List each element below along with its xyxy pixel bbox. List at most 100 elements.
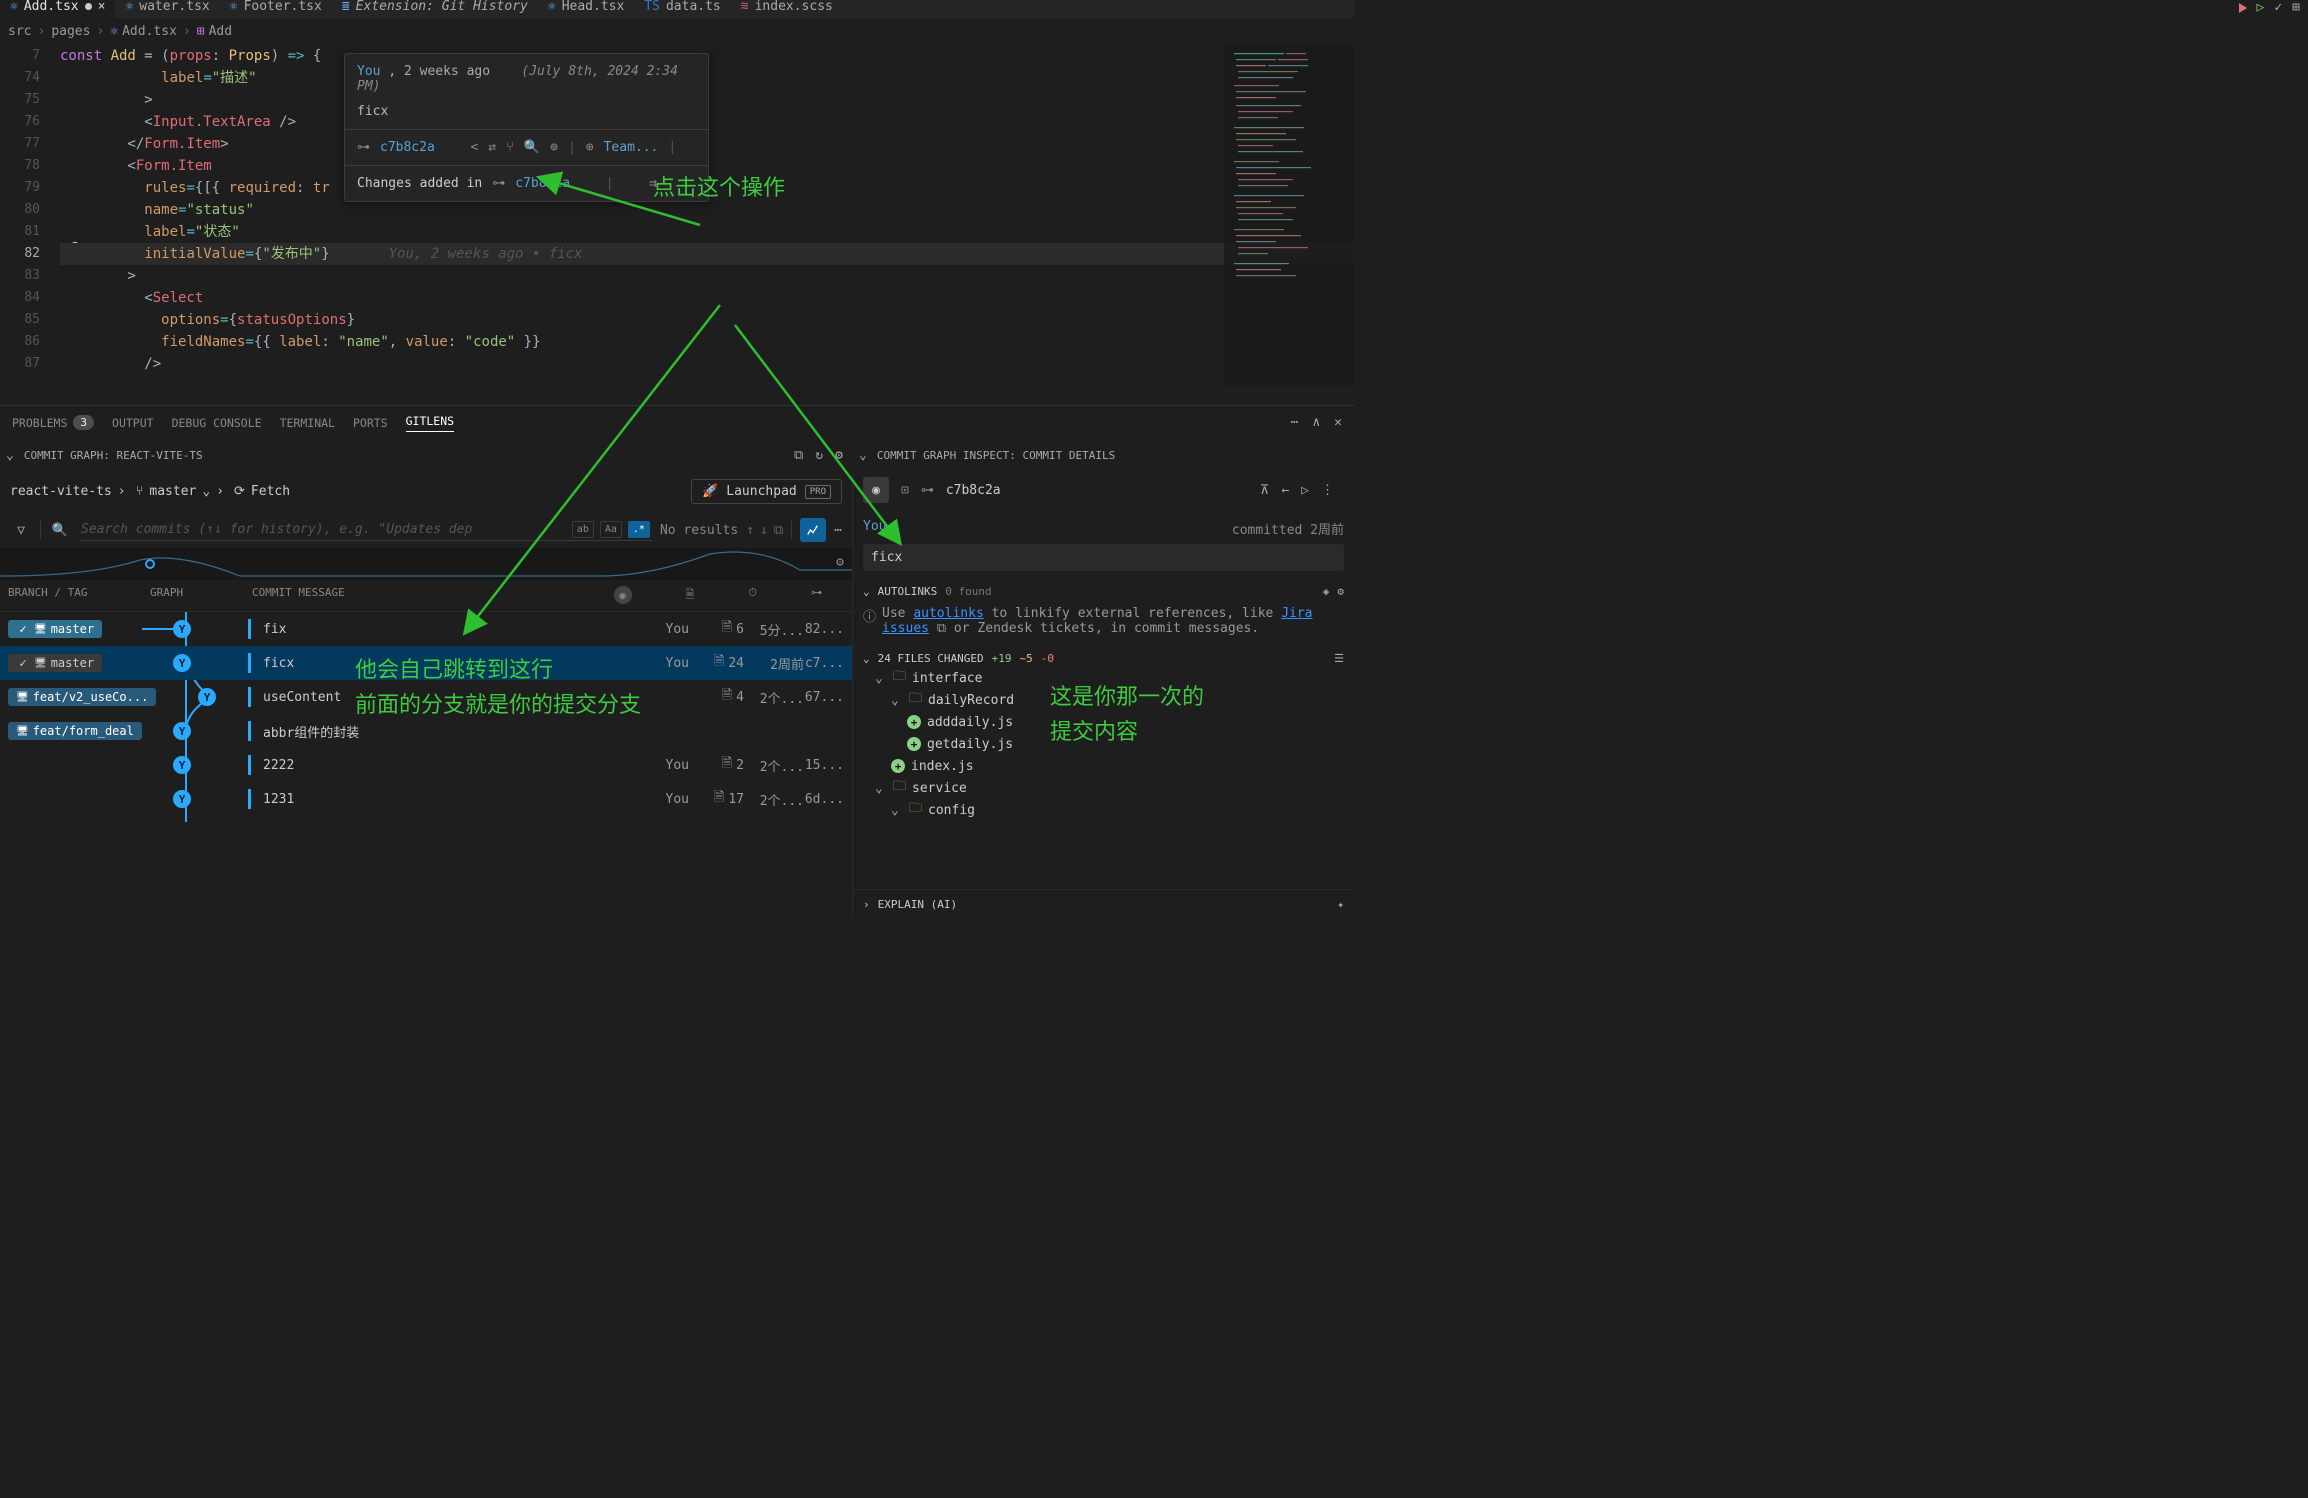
close-icon[interactable]: ✕ xyxy=(1334,415,1342,430)
chevron-icon[interactable]: ⌄ xyxy=(875,781,887,796)
compare-icon[interactable]: ⇄ xyxy=(488,140,496,155)
branch-chip[interactable]: ✓🖥master xyxy=(8,620,102,638)
graph-node[interactable]: Y xyxy=(198,688,216,706)
panel-tab[interactable]: GITLENS xyxy=(406,414,454,432)
search-icon[interactable]: 🔍 xyxy=(49,519,71,541)
gear-icon[interactable]: ⚙ xyxy=(1337,585,1344,598)
branch-selector[interactable]: ⑂ master ⌄ › xyxy=(136,484,224,499)
chevron-down-icon[interactable]: ⌄ xyxy=(0,448,14,463)
chevron-up-icon[interactable]: ∧ xyxy=(1312,415,1320,430)
popout-icon[interactable]: ⧉ xyxy=(774,523,783,538)
search-input[interactable] xyxy=(81,522,566,537)
add-icon[interactable]: ◈ xyxy=(1323,585,1330,598)
team-link[interactable]: Team... xyxy=(604,140,659,155)
panel-tab[interactable]: PROBLEMS3 xyxy=(12,415,94,430)
editor-tab[interactable]: TSdata.ts xyxy=(634,0,730,18)
play-icon[interactable]: ▷ xyxy=(2257,0,2265,15)
popout-icon[interactable]: ⧉ xyxy=(937,621,946,636)
code-line[interactable]: initialValue={"发布中"} You, 2 weeks ago • … xyxy=(60,243,1354,265)
timeline-marker[interactable] xyxy=(145,559,155,569)
hash-col-icon[interactable]: ⊶ xyxy=(811,586,822,605)
code-line[interactable]: <Select xyxy=(60,287,1354,309)
chevron-icon[interactable]: ⌄ xyxy=(891,693,903,708)
inspect-committer[interactable]: You xyxy=(863,519,886,538)
refresh-icon[interactable]: ↻ xyxy=(815,448,823,463)
commit-row[interactable]: ✓🖥masterYficxYou🗎242周前c7... xyxy=(0,646,852,680)
code-line[interactable]: /> xyxy=(60,353,1354,375)
tree-file[interactable]: +getdaily.js xyxy=(863,733,1344,755)
autolinks-link[interactable]: autolinks xyxy=(913,606,983,621)
popout-icon[interactable]: ⧉ xyxy=(794,448,803,463)
tree-folder[interactable]: ⌄🗀interface xyxy=(863,667,1344,689)
graph-node[interactable]: Y xyxy=(173,722,191,740)
back-icon[interactable]: ← xyxy=(1281,483,1289,498)
panel-tab[interactable]: OUTPUT xyxy=(112,416,154,430)
inspect-view-commit[interactable]: ◉ xyxy=(863,477,889,503)
chevron-down-icon[interactable]: ⌄ xyxy=(853,448,867,463)
branch-chip[interactable]: 🖥feat/form_deal xyxy=(8,722,142,740)
filter-icon[interactable]: ▽ xyxy=(10,519,32,541)
breadcrumb-item[interactable]: ⊞Add xyxy=(197,24,232,39)
repo-selector[interactable]: react-vite-ts › xyxy=(10,484,126,499)
check-icon[interactable]: ✓ xyxy=(2274,0,2282,15)
fetch-button[interactable]: ⟳ Fetch xyxy=(234,484,290,499)
hover-footer-hash[interactable]: c7b8c2a xyxy=(515,176,570,191)
editor-tab[interactable]: ⚛Head.tsx xyxy=(538,0,634,18)
files-col-icon[interactable]: 🗎 xyxy=(686,586,695,605)
timeline[interactable]: ⚙ xyxy=(0,548,852,580)
code-line[interactable]: > xyxy=(60,265,1354,287)
regex-chip[interactable]: .* xyxy=(628,521,650,538)
tree-folder[interactable]: ⌄🗀dailyRecord xyxy=(863,689,1344,711)
commit-row[interactable]: ✓🖥masterYfixYou🗎65分...82... xyxy=(0,612,852,646)
panel-tab[interactable]: PORTS xyxy=(353,416,388,430)
team-icon[interactable]: ⊕ xyxy=(586,140,594,155)
editor-tab[interactable]: ⚛Footer.tsx xyxy=(220,0,332,18)
prev-match-icon[interactable]: ↑ xyxy=(746,523,754,538)
editor-tab[interactable]: ⚛Add.tsx× xyxy=(0,0,115,18)
tree-file[interactable]: +adddaily.js xyxy=(863,711,1344,733)
nav-prev-icon[interactable]: < xyxy=(470,140,478,155)
match-case-chip[interactable]: Aa xyxy=(600,521,622,538)
chevron-down-icon[interactable]: ⌄ xyxy=(863,585,870,598)
chevron-icon[interactable]: ⌄ xyxy=(891,803,903,818)
layout-icon[interactable]: ☰ xyxy=(1334,652,1344,665)
pin-icon[interactable]: ⊼ xyxy=(1260,483,1270,498)
chevron-down-icon[interactable]: ⌄ xyxy=(863,652,870,665)
breadcrumb-item[interactable]: src xyxy=(8,24,31,39)
plus-icon[interactable]: ⊞ xyxy=(2292,0,2300,15)
search-box[interactable]: ab Aa .* xyxy=(79,519,652,541)
code-editor[interactable]: 77475767778798081828384858687 const Add … xyxy=(0,45,1354,405)
graph-node[interactable]: Y xyxy=(173,620,191,638)
editor-tab[interactable]: ⚛water.tsx xyxy=(115,0,219,18)
minimap[interactable] xyxy=(1224,45,1354,385)
more-icon[interactable]: ⋮ xyxy=(1321,483,1334,498)
commit-row[interactable]: 🖥feat/v2_useCo...YuseContent🗎42个...67... xyxy=(0,680,852,714)
tree-file[interactable]: +index.js xyxy=(863,755,1344,777)
diff-icon[interactable]: ⇉ xyxy=(649,176,657,191)
more-icon[interactable]: ⋯ xyxy=(1291,415,1299,430)
search-icon[interactable]: 🔍 xyxy=(524,140,540,155)
breadcrumb-item[interactable]: ⚛Add.tsx xyxy=(110,24,177,39)
code-line[interactable]: options={statusOptions} xyxy=(60,309,1354,331)
close-tab-icon[interactable]: × xyxy=(98,0,106,14)
graph-node[interactable]: Y xyxy=(173,790,191,808)
launchpad-button[interactable]: 🚀 Launchpad PRO xyxy=(691,479,842,504)
graph-icon[interactable]: ⊚ xyxy=(550,140,558,155)
branch-chip[interactable]: ✓🖥master xyxy=(8,654,102,672)
tree-folder[interactable]: ⌄🗀service xyxy=(863,777,1344,799)
editor-tab[interactable]: ≋index.scss xyxy=(731,0,843,18)
inspect-view-alt[interactable]: ⊡ xyxy=(901,483,909,498)
code-line[interactable]: label="状态" xyxy=(60,221,1354,243)
panel-tab[interactable]: DEBUG CONSOLE xyxy=(172,416,262,430)
commit-row[interactable]: Y2222You🗎22个...15... xyxy=(0,748,852,782)
graph-node[interactable]: Y xyxy=(173,654,191,672)
commit-icon[interactable]: ⊶ xyxy=(357,140,370,155)
debug-icon[interactable] xyxy=(2239,3,2247,13)
breadcrumb-item[interactable]: pages xyxy=(51,24,90,39)
code-line[interactable]: name="status" xyxy=(60,199,1354,221)
code-line[interactable]: fieldNames={{ label: "name", value: "cod… xyxy=(60,331,1354,353)
commit-row[interactable]: Y1231You🗎172个...6d... xyxy=(0,782,852,816)
tree-folder[interactable]: ⌄🗀config xyxy=(863,799,1344,821)
graph-node[interactable]: Y xyxy=(173,756,191,774)
chevron-icon[interactable]: ⌄ xyxy=(875,671,887,686)
